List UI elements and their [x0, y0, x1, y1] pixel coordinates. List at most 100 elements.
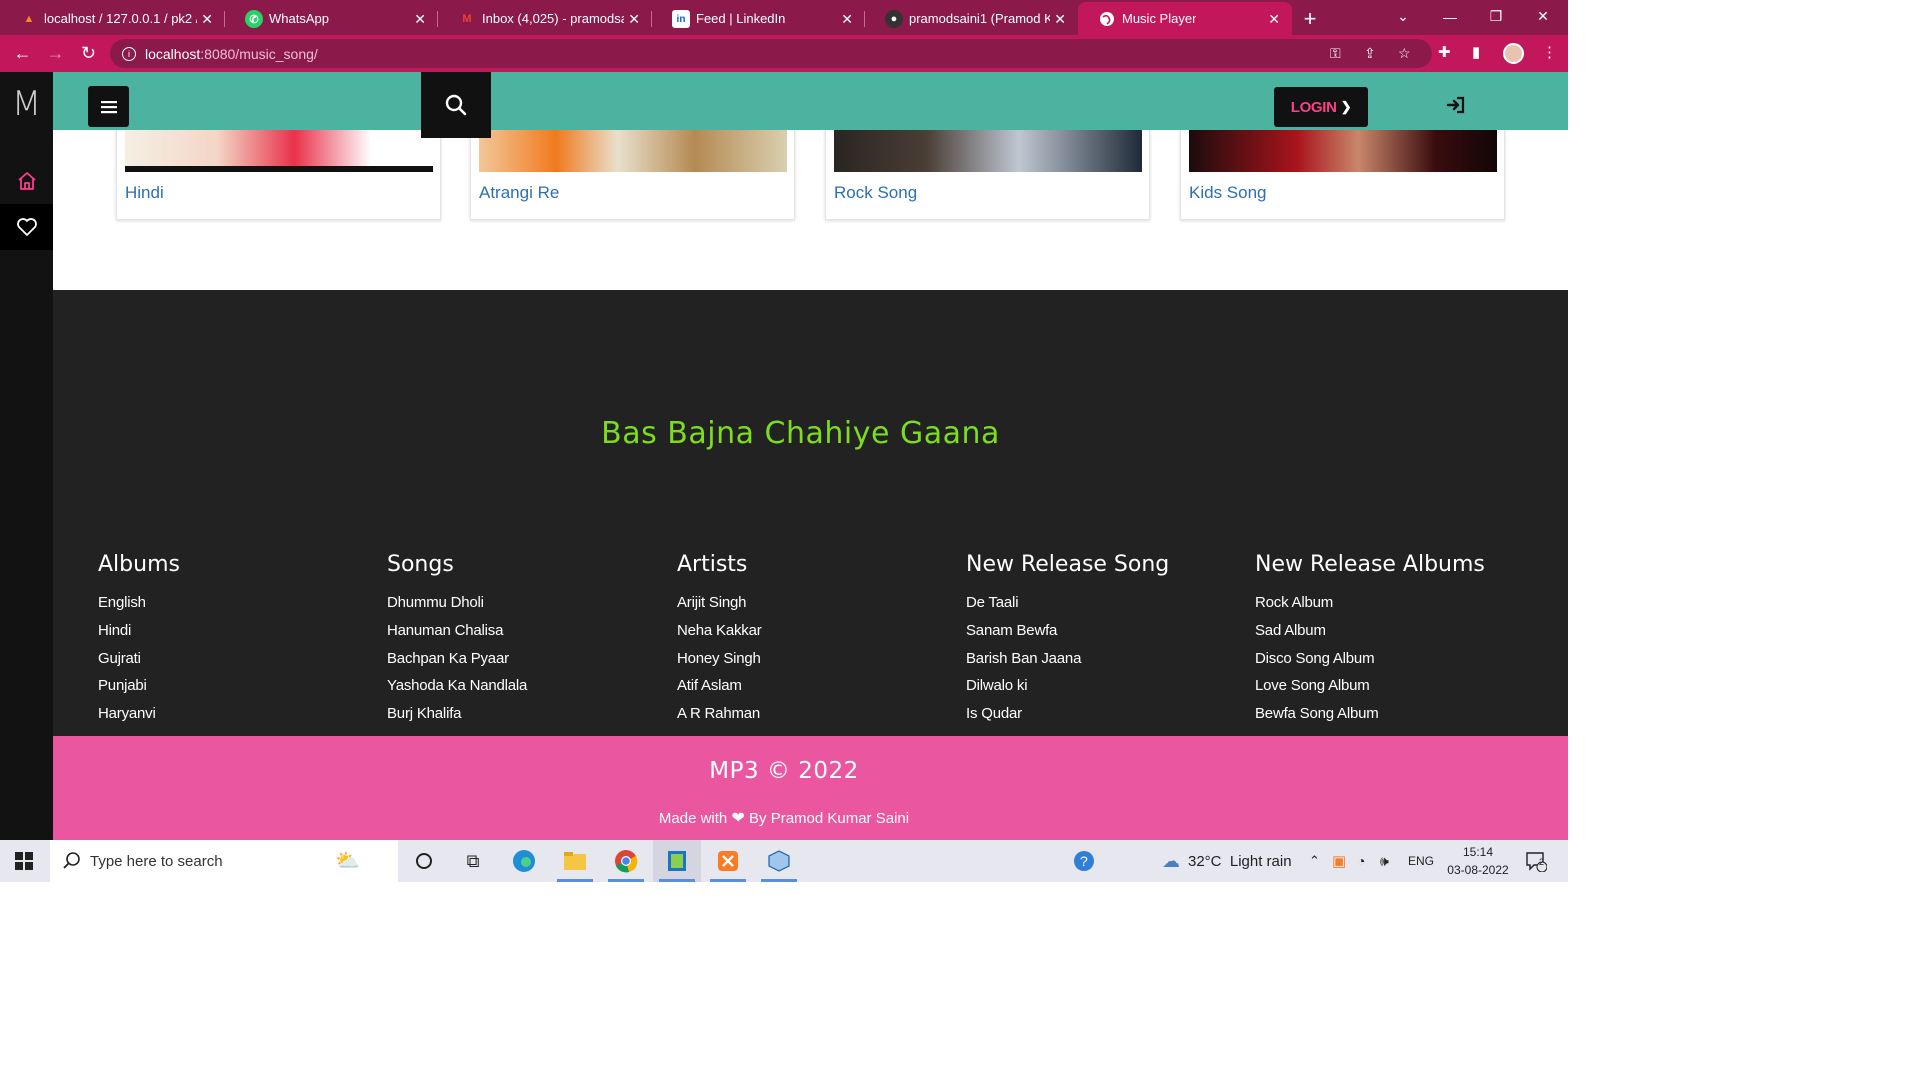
- search-button[interactable]: [421, 72, 491, 138]
- browser-tab[interactable]: ✆ WhatsApp ✕: [225, 2, 438, 35]
- close-icon[interactable]: ✕: [1268, 11, 1280, 28]
- extensions-icon[interactable]: ✚: [1438, 43, 1451, 61]
- footer-link[interactable]: Dhummu Dholi: [387, 589, 667, 617]
- card-title[interactable]: Kids Song: [1189, 183, 1267, 203]
- footer-column-heading: Albums: [98, 552, 180, 577]
- footer-link[interactable]: Sanam Bewfa: [966, 617, 1246, 645]
- tab-search-icon[interactable]: ⌄: [1380, 0, 1426, 33]
- wifi-icon[interactable]: ◔: [1357, 840, 1365, 882]
- taskbar-clock[interactable]: 15:14 03-08-2022: [1438, 843, 1518, 879]
- card-title[interactable]: Rock Song: [834, 183, 917, 203]
- footer-link[interactable]: Hanuman Chalisa: [387, 617, 667, 645]
- reload-button[interactable]: ↻: [72, 37, 105, 70]
- kebab-menu-icon[interactable]: ⋮: [1542, 43, 1557, 61]
- sign-in-icon[interactable]: [1446, 96, 1466, 119]
- profile-avatar[interactable]: [1503, 43, 1524, 64]
- site-logo[interactable]: M: [0, 84, 53, 124]
- browser-tab-active[interactable]: Music Player ✕: [1078, 2, 1292, 35]
- notification-count: 2: [1539, 857, 1545, 867]
- footer-link[interactable]: Gujrati: [98, 645, 378, 673]
- notepad-plus-icon[interactable]: [653, 840, 701, 882]
- footer-link[interactable]: Yashoda Ka Nandlala: [387, 672, 667, 700]
- footer-link[interactable]: Burj Khalifa: [387, 700, 667, 728]
- xampp-tray-icon[interactable]: ▣: [1332, 840, 1346, 882]
- volume-icon[interactable]: 🕪: [1380, 840, 1389, 882]
- restore-button[interactable]: ❐: [1473, 0, 1519, 33]
- close-icon[interactable]: ✕: [1054, 11, 1066, 28]
- footer-link[interactable]: De Taali: [966, 589, 1246, 617]
- footer-link[interactable]: Neha Kakkar: [677, 617, 957, 645]
- close-icon[interactable]: ✕: [201, 11, 213, 28]
- tab-title: WhatsApp: [269, 11, 329, 26]
- side-panel-icon[interactable]: ▮: [1472, 43, 1480, 61]
- footer-link[interactable]: Barish Ban Jaana: [966, 645, 1246, 673]
- footer-link[interactable]: Bewfa Song Album: [1255, 700, 1535, 728]
- close-icon[interactable]: ✕: [841, 11, 853, 28]
- browser-tab[interactable]: in Feed | LinkedIn ✕: [652, 2, 865, 35]
- address-bar[interactable]: i localhost:8080/music_song/ ⚿ ⇪ ☆: [110, 39, 1432, 68]
- search-icon: [63, 852, 80, 869]
- close-icon[interactable]: ✕: [628, 11, 640, 28]
- login-button[interactable]: LOGIN ❯: [1274, 87, 1368, 127]
- close-window-button[interactable]: ✕: [1520, 0, 1566, 33]
- site-info-icon[interactable]: i: [122, 46, 136, 61]
- browser-tab[interactable]: ▲ localhost / 127.0.0.1 / pk2 / ✕: [0, 2, 225, 35]
- footer-link[interactable]: Arijit Singh: [677, 589, 957, 617]
- notification-center-icon[interactable]: 2: [1525, 840, 1547, 882]
- taskbar-search-placeholder: Type here to search: [90, 852, 223, 870]
- bookmark-star-icon[interactable]: ☆: [1398, 45, 1411, 62]
- chevron-up-icon[interactable]: ⌃: [1309, 840, 1320, 882]
- back-button[interactable]: ←: [6, 37, 39, 70]
- browser-toolbar: ← → ↻ i localhost:8080/music_song/ ⚿ ⇪ ☆: [0, 35, 1568, 72]
- footer-link[interactable]: Haryanvi: [98, 700, 378, 728]
- footer-link[interactable]: Disco Song Album: [1255, 645, 1535, 673]
- weather-tray[interactable]: ☁ 32°C Light rain: [1162, 840, 1292, 882]
- tab-title: Inbox (4,025) - pramodsaini: [482, 11, 624, 26]
- footer-link[interactable]: Bachpan Ka Pyaar: [387, 645, 667, 673]
- taskbar-search-box[interactable]: Type here to search ⛅: [50, 840, 398, 882]
- heart-icon: ❤: [731, 810, 745, 827]
- key-icon[interactable]: ⚿: [1330, 45, 1341, 62]
- chrome-icon[interactable]: [602, 840, 650, 882]
- footer-link[interactable]: Sad Album: [1255, 617, 1535, 645]
- menu-toggle-button[interactable]: [88, 86, 129, 127]
- footer-link[interactable]: Love Song Album: [1255, 672, 1535, 700]
- footer-link[interactable]: Punjabi: [98, 672, 378, 700]
- language-indicator[interactable]: ENG: [1408, 840, 1434, 882]
- home-icon[interactable]: [0, 158, 53, 204]
- svg-text:?: ?: [1080, 853, 1088, 869]
- share-icon[interactable]: ⇪: [1364, 45, 1376, 62]
- card-title[interactable]: Hindi: [125, 183, 164, 203]
- footer-link[interactable]: A R Rahman: [677, 700, 957, 728]
- footer-link[interactable]: Hindi: [98, 617, 378, 645]
- new-tab-button[interactable]: +: [1292, 2, 1328, 35]
- task-view-icon[interactable]: ⧉: [449, 840, 497, 882]
- cortana-icon[interactable]: [400, 840, 448, 882]
- footer-link[interactable]: Honey Singh: [677, 645, 957, 673]
- weather-text: 32°C Light rain: [1188, 852, 1292, 870]
- windows-start-button[interactable]: [0, 840, 48, 882]
- search-icon: [445, 94, 467, 116]
- browser-tab[interactable]: ● pramodsaini1 (Pramod Kum ✕: [865, 2, 1078, 35]
- edge-icon[interactable]: [500, 840, 548, 882]
- browser-tab-strip: ▲ localhost / 127.0.0.1 / pk2 / ✕ ✆ What…: [0, 0, 1568, 35]
- footer-link[interactable]: Atif Aslam: [677, 672, 957, 700]
- heart-icon[interactable]: [0, 204, 53, 250]
- footer-link[interactable]: Is Qudar: [966, 700, 1246, 728]
- footer-link[interactable]: English: [98, 589, 378, 617]
- footer-column-songs: Songs Dhummu Dholi Hanuman Chalisa Bachp…: [387, 552, 667, 728]
- browser-tab[interactable]: M Inbox (4,025) - pramodsaini ✕: [438, 2, 652, 35]
- tab-title: Feed | LinkedIn: [696, 11, 786, 26]
- tab-title: Music Player: [1122, 11, 1197, 26]
- virtualbox-icon[interactable]: [755, 840, 803, 882]
- help-icon[interactable]: ?: [1073, 840, 1095, 882]
- footer-link[interactable]: Dilwalo ki: [966, 672, 1246, 700]
- xampp-icon[interactable]: [704, 840, 752, 882]
- clock-time: 15:14: [1462, 845, 1494, 859]
- card-title[interactable]: Atrangi Re: [479, 183, 559, 203]
- file-explorer-icon[interactable]: [551, 840, 599, 882]
- close-icon[interactable]: ✕: [414, 11, 426, 28]
- minimize-button[interactable]: —: [1427, 0, 1473, 33]
- forward-button[interactable]: →: [39, 37, 72, 70]
- footer-link[interactable]: Rock Album: [1255, 589, 1535, 617]
